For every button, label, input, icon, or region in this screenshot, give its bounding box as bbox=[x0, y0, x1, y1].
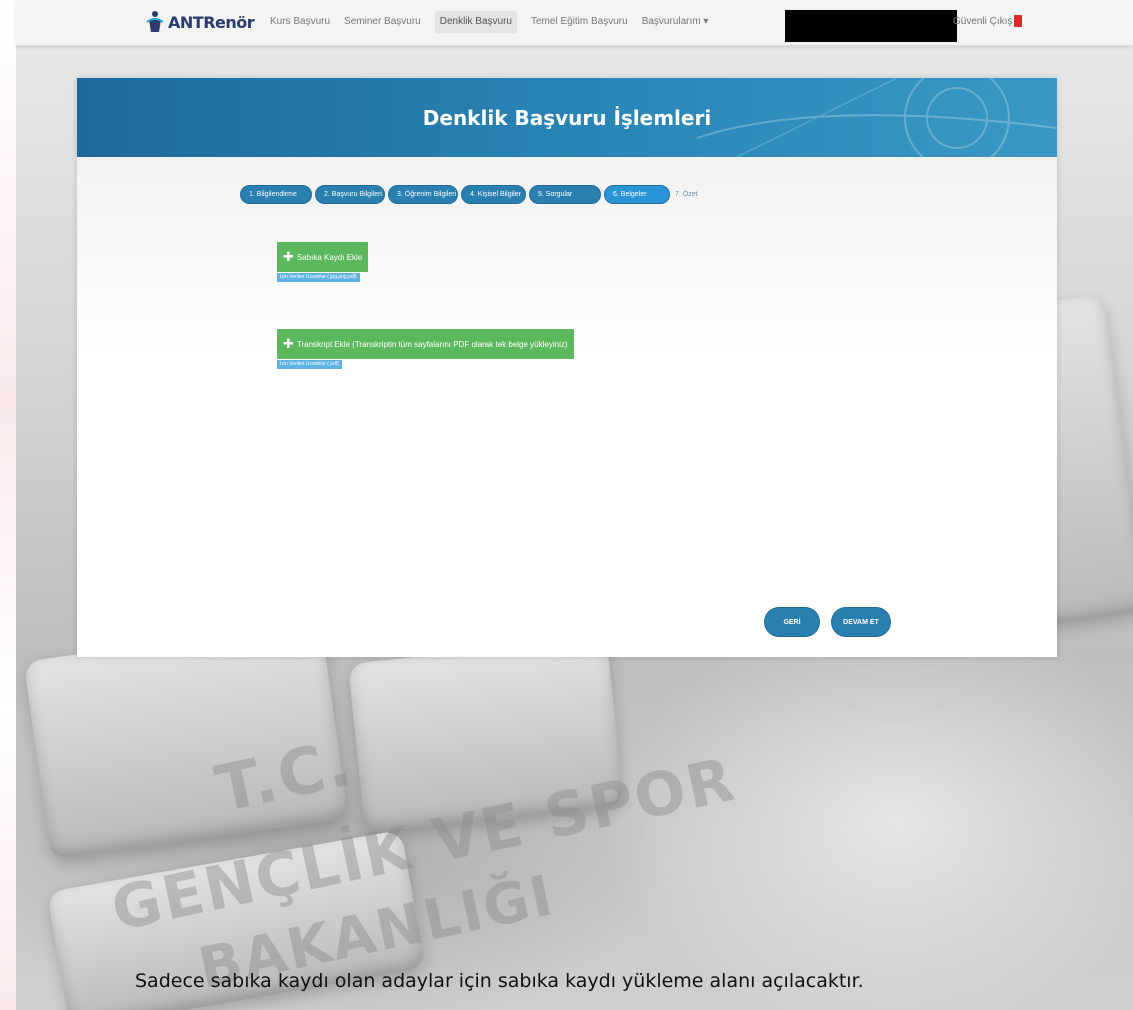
header-pattern-icon bbox=[697, 78, 1057, 157]
card-header: Denklik Başvuru İşlemleri bbox=[77, 78, 1057, 157]
back-button[interactable]: GERİ bbox=[764, 607, 820, 637]
plus-icon: ✚ bbox=[283, 249, 294, 264]
allowed-extensions-note: İzin Verilen Uzantılar ( pdf) bbox=[277, 360, 342, 369]
allowed-extensions-note: İzin Verilen Uzantılar ( jpg,png,pdf) bbox=[277, 273, 360, 282]
application-card: Denklik Başvuru İşlemleri 1. Bilgilendir… bbox=[77, 78, 1057, 657]
wizard-navigation: GERİ DEVAM ET bbox=[764, 607, 891, 637]
upload-transcript: ✚ Transkript Ekle (Transkriptin tüm sayf… bbox=[277, 329, 574, 369]
step-ozet[interactable]: 7. Özet bbox=[673, 185, 717, 204]
logout-link[interactable]: Güvenli Çıkış bbox=[953, 15, 1023, 27]
step-wizard: 1. Bilgilendirme 2. Başvuru Bilgileri 3.… bbox=[240, 185, 717, 204]
step-kisisel-bilgiler[interactable]: 4. Kişisel Bilgiler bbox=[461, 185, 526, 204]
nav-item-seminer-basvuru[interactable]: Seminer Başvuru bbox=[344, 16, 421, 33]
main-nav: Kurs Başvuru Seminer Başvuru Denklik Baş… bbox=[270, 11, 709, 33]
nav-item-basvurularim[interactable]: Başvurularım ▾ bbox=[642, 16, 709, 33]
add-criminal-record-button[interactable]: ✚ Sabıka Kaydı Ekle bbox=[277, 242, 369, 272]
brand-logo[interactable]: ANTRenör bbox=[144, 10, 255, 34]
step-ogrenim-bilgileri[interactable]: 3. Öğrenim Bilgileri bbox=[388, 185, 458, 204]
upload-criminal-record: ✚ Sabıka Kaydı Ekle İzin Verilen Uzantıl… bbox=[277, 242, 369, 282]
plus-icon: ✚ bbox=[283, 336, 294, 351]
step-belgeler[interactable]: 6. Belgeler bbox=[604, 185, 670, 204]
step-sorgular[interactable]: 5. Sorgular bbox=[529, 185, 601, 204]
add-transcript-label: Transkript Ekle (Transkriptin tüm sayfal… bbox=[296, 339, 568, 349]
nav-item-denklik-basvuru[interactable]: Denklik Başvuru bbox=[434, 11, 517, 33]
nav-item-kurs-basvuru[interactable]: Kurs Başvuru bbox=[270, 16, 330, 33]
redacted-user-area bbox=[785, 10, 957, 42]
brand-prefix: ANT bbox=[168, 12, 204, 32]
card-body: 1. Bilgilendirme 2. Başvuru Bilgileri 3.… bbox=[77, 157, 1057, 657]
caption-text: Sadece sabıka kaydı olan adaylar için sa… bbox=[135, 970, 864, 992]
coach-icon bbox=[146, 11, 164, 32]
brand-text: ANTRenör bbox=[168, 12, 255, 32]
brand-suffix: Renör bbox=[203, 12, 255, 32]
continue-button[interactable]: DEVAM ET bbox=[831, 607, 891, 637]
nav-item-temel-egitim-basvuru[interactable]: Temel Eğitim Başvuru bbox=[531, 16, 628, 33]
step-basvuru-bilgileri[interactable]: 2. Başvuru Bilgileri bbox=[315, 185, 385, 204]
add-criminal-record-label: Sabıka Kaydı Ekle bbox=[296, 252, 363, 262]
logout-label: Güvenli Çıkış bbox=[953, 15, 1013, 27]
step-bilgilendirme[interactable]: 1. Bilgilendirme bbox=[240, 185, 312, 204]
logout-icon bbox=[1014, 15, 1023, 27]
page-edge bbox=[0, 0, 16, 1010]
page-title: Denklik Başvuru İşlemleri bbox=[422, 105, 712, 130]
add-transcript-button[interactable]: ✚ Transkript Ekle (Transkriptin tüm sayf… bbox=[277, 329, 574, 359]
top-navbar: ANTRenör Kurs Başvuru Seminer Başvuru De… bbox=[16, 0, 1133, 46]
